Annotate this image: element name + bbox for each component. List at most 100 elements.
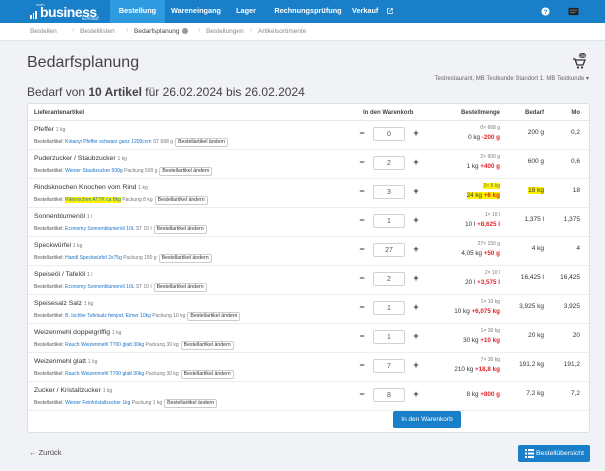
store-selector[interactable]: Testrestaurant, MB Testkunde Standort 1,… bbox=[434, 75, 589, 82]
plus-button[interactable]: + bbox=[409, 185, 423, 199]
change-article-button[interactable]: Bestellartikel ändern bbox=[158, 254, 212, 263]
breadcrumb-bedarfsplanung[interactable]: Bedarfsplanung bbox=[134, 28, 188, 35]
minus-button[interactable]: − bbox=[355, 127, 369, 141]
active-dot-icon bbox=[181, 28, 188, 34]
order-article-link[interactable]: Kotanyi Pfeffer schwarz ganz 1200ccm bbox=[65, 139, 151, 145]
minus-button[interactable]: − bbox=[355, 359, 369, 373]
nav-tab-lager[interactable]: Lager bbox=[228, 0, 264, 23]
quantity-input[interactable]: 2 bbox=[373, 272, 405, 286]
order-article-link[interactable]: Rauch Weizenmehl T700 glatt 30kg bbox=[65, 342, 144, 348]
minus-button[interactable]: − bbox=[355, 243, 369, 257]
app-logo[interactable]: mein business Einkauf bbox=[30, 1, 100, 22]
order-article-link[interactable]: Handl Speckwürfel 2x75g bbox=[65, 255, 122, 261]
change-article-button[interactable]: Bestellartikel ändern bbox=[187, 312, 241, 321]
monday-value: 20 bbox=[572, 332, 580, 339]
nav-tab-verkauf[interactable]: Verkauf bbox=[352, 0, 386, 23]
back-button[interactable]: ← Zurück bbox=[29, 448, 62, 457]
order-article-link[interactable]: Wiener Feinkristallzucker 1kg bbox=[65, 400, 130, 406]
order-overview-button[interactable]: Bestellübersicht bbox=[518, 445, 590, 462]
article-name: Sonnenblumenöl 1 l bbox=[34, 213, 92, 220]
nav-tab-wareneingang[interactable]: Wareneingang bbox=[166, 0, 226, 23]
quantity-input[interactable]: 0 bbox=[373, 127, 405, 141]
order-quantity-delta: +8,625 l bbox=[477, 221, 500, 228]
article-name-text: Puderzucker / Staubzucker bbox=[34, 155, 116, 162]
change-article-button[interactable]: Bestellartikel ändern bbox=[175, 138, 229, 147]
plus-button[interactable]: + bbox=[409, 272, 423, 286]
plus-button[interactable]: + bbox=[409, 388, 423, 402]
article-unit: 1 kg bbox=[111, 330, 122, 336]
nav-tab-bestellung[interactable]: Bestellung bbox=[110, 0, 165, 23]
store-label: Testrestaurant, MB Testkunde Standort 1,… bbox=[434, 76, 585, 82]
plus-button[interactable]: + bbox=[409, 359, 423, 373]
order-pack-breakdown: 1× 10 l bbox=[484, 212, 500, 218]
minus-button[interactable]: − bbox=[355, 272, 369, 286]
order-article-link[interactable]: Economy Sonnenblumenöl 10L bbox=[65, 226, 134, 232]
change-article-button[interactable]: Bestellartikel ändern bbox=[153, 283, 207, 292]
change-article-button[interactable]: Bestellartikel ändern bbox=[154, 196, 208, 205]
quantity-input[interactable]: 1 bbox=[373, 330, 405, 344]
breadcrumb-artikelsortimente[interactable]: Artikelsortimente bbox=[258, 28, 306, 35]
article-unit: 1 l bbox=[86, 214, 93, 220]
change-article-button[interactable]: Bestellartikel ändern bbox=[180, 370, 234, 379]
plus-button[interactable]: + bbox=[409, 127, 423, 141]
breadcrumb-separator: › bbox=[250, 27, 253, 34]
order-article-link[interactable]: Wiener Staubzucker 500g bbox=[65, 168, 123, 174]
order-article-line: Bestellartikel: B. Ischler Tafelsalz fei… bbox=[34, 312, 241, 321]
minus-button[interactable]: − bbox=[355, 185, 369, 199]
order-quantity-delta: +6,075 kg bbox=[471, 308, 500, 315]
plus-button[interactable]: + bbox=[409, 156, 423, 170]
plus-button[interactable]: + bbox=[409, 243, 423, 257]
cart-icon[interactable] bbox=[572, 56, 586, 70]
article-name: Rindsknochen Knochen vom Rind 1 kg bbox=[34, 184, 148, 191]
quantity-input[interactable]: 2 bbox=[373, 156, 405, 170]
quantity-input[interactable]: 3 bbox=[373, 185, 405, 199]
order-quantity-value: 1 kg bbox=[466, 163, 479, 170]
change-article-button[interactable]: Bestellartikel ändern bbox=[180, 341, 234, 350]
page-title: Bedarfsplanung bbox=[27, 54, 140, 71]
help-icon[interactable]: ? bbox=[541, 7, 550, 16]
quantity-input[interactable]: 7 bbox=[373, 359, 405, 373]
minus-button[interactable]: − bbox=[355, 388, 369, 402]
article-unit: 1 kg bbox=[102, 388, 113, 394]
quantity-input[interactable]: 1 bbox=[373, 214, 405, 228]
add-to-cart-button[interactable]: In den Warenkorb bbox=[393, 411, 461, 428]
article-name: Speiseöl / Tafelöl 1 l bbox=[34, 271, 92, 278]
minus-button[interactable]: − bbox=[355, 156, 369, 170]
article-name: Weizenmehl glatt 1 kg bbox=[34, 358, 97, 365]
article-name-text: Speisesalz Salz bbox=[34, 300, 82, 307]
change-article-button[interactable]: Bestellartikel ändern bbox=[164, 399, 218, 408]
minus-button[interactable]: − bbox=[355, 330, 369, 344]
minus-button[interactable]: − bbox=[355, 301, 369, 315]
quantity-input[interactable]: 27 bbox=[373, 243, 405, 257]
change-article-button[interactable]: Bestellartikel ändern bbox=[153, 225, 207, 234]
caret-down-icon: ▾ bbox=[585, 76, 589, 82]
order-article-link[interactable]: B. Ischler Tafelsalz feinjod. Eimer 10kg bbox=[65, 313, 151, 319]
demand-value: 191,2 kg bbox=[519, 361, 544, 368]
plus-button[interactable]: + bbox=[409, 214, 423, 228]
order-article-link[interactable]: Rauch Weizenmehl T700 glatt 30kg bbox=[65, 371, 144, 377]
breadcrumb-bestellungen[interactable]: Bestellungen bbox=[206, 28, 244, 35]
article-name: Speisesalz Salz 1 kg bbox=[34, 300, 93, 307]
plus-button[interactable]: + bbox=[409, 330, 423, 344]
order-article-pack: ST 10 l bbox=[135, 284, 152, 290]
order-article-link[interactable]: Rikknochen ATTK ca 8kg bbox=[65, 197, 121, 203]
order-article-link[interactable]: Economy Sonnenblumenöl 10L bbox=[65, 284, 134, 290]
header-bestellmenge: Bestellmenge bbox=[460, 110, 500, 116]
order-pack-breakdown: 1× 10 kg bbox=[480, 299, 500, 305]
change-article-button[interactable]: Bestellartikel ändern bbox=[159, 167, 213, 176]
header-lieferantenartikel: Lieferantenartikel bbox=[34, 110, 85, 116]
top-navbar: mein business Einkauf Bestellung Warenei… bbox=[0, 0, 605, 23]
breadcrumb-bestellen[interactable]: Bestellen bbox=[30, 28, 57, 35]
back-label: Zurück bbox=[38, 448, 62, 457]
order-quantity-value: 10 l bbox=[465, 221, 476, 228]
plus-button[interactable]: + bbox=[409, 301, 423, 315]
nav-tab-rechnungspruefung[interactable]: Rechnungsprüfung bbox=[268, 0, 348, 23]
user-card-icon[interactable] bbox=[568, 7, 579, 16]
quantity-input[interactable]: 1 bbox=[373, 301, 405, 315]
quantity-input[interactable]: 8 bbox=[373, 388, 405, 402]
order-article-prefix: Bestellartikel: bbox=[34, 313, 64, 319]
breadcrumb-bestelllisten[interactable]: Bestelllisten bbox=[80, 28, 115, 35]
subtitle-pre: Bedarf von bbox=[27, 85, 89, 99]
table-row: Speckwürfel 1 kg Bestellartikel: Handl Sp… bbox=[28, 237, 589, 266]
minus-button[interactable]: − bbox=[355, 214, 369, 228]
